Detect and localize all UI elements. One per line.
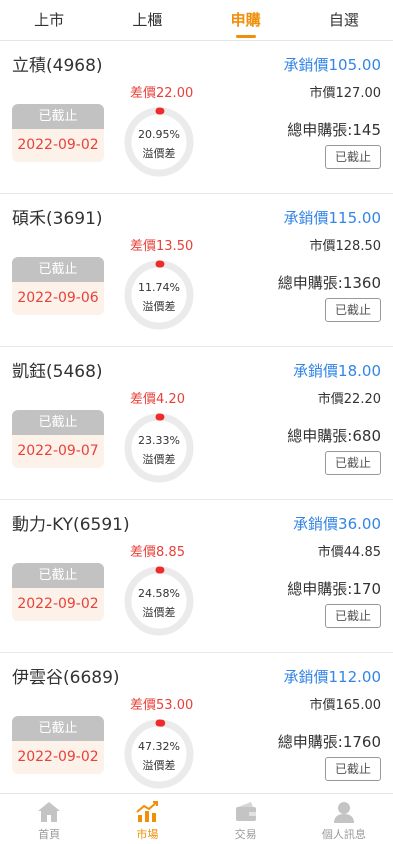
premium-percent: 47.32% [138,740,180,753]
total-subscription: 總申購張:170 [287,580,381,598]
status-label: 已截止 [12,410,104,435]
total-subscription: 總申購張:1760 [277,733,381,751]
tab-watchlist[interactable]: 自選 [295,0,393,40]
tab-subscription[interactable]: 申購 [197,0,295,40]
premium-label: 溢價差 [142,759,176,772]
subscription-card[interactable]: 凱鈺(5468) 差價4.20 已截止 2022-09-07 23.33% 溢價… [0,347,393,500]
subscription-card[interactable]: 動力-KY(6591) 差價8.85 已截止 2022-09-02 24.58%… [0,500,393,653]
closed-button[interactable]: 已截止 [325,451,381,475]
underwriting-price: 承銷價105.00 [283,56,381,74]
nav-profile-label: 個人訊息 [321,828,366,841]
market-price: 市價128.50 [309,239,381,254]
gauge-ring [124,413,194,483]
price-difference: 差價53.00 [130,698,194,713]
nav-home[interactable]: 首頁 [0,794,98,844]
gauge-ring [124,566,194,636]
subscription-card[interactable]: 碩禾(3691) 差價13.50 已截止 2022-09-06 11.74% 溢… [0,194,393,347]
status-label: 已截止 [12,104,104,129]
tab-otc[interactable]: 上櫃 [98,0,196,40]
subscription-card[interactable]: 立積(4968) 差價22.00 已截止 2022-09-02 20.95% 溢… [0,41,393,194]
price-difference: 差價13.50 [130,239,194,254]
subscription-date: 2022-09-02 [17,749,99,765]
subscription-list[interactable]: 立積(4968) 差價22.00 已截止 2022-09-02 20.95% 溢… [0,41,393,793]
subscription-date: 2022-09-06 [17,290,99,306]
price-difference: 差價8.85 [130,545,185,560]
subscription-date: 2022-09-02 [17,596,99,612]
nav-market-label: 市場 [136,828,159,841]
tab-listed[interactable]: 上市 [0,0,98,40]
total-subscription: 總申購張:1360 [277,274,381,292]
stock-name: 凱鈺(5468) [12,362,103,382]
price-difference: 差價22.00 [130,86,194,101]
closed-button[interactable]: 已截止 [325,298,381,322]
stock-name: 立積(4968) [12,56,103,76]
user-icon [295,800,393,824]
nav-profile[interactable]: 個人訊息 [295,794,393,844]
gauge-track [124,260,194,330]
premium-gauge: 24.58% 溢價差 [123,565,195,637]
stock-name: 伊雲谷(6689) [12,668,120,688]
gauge-track [124,566,194,636]
home-icon [0,800,98,824]
subscription-date: 2022-09-02 [17,137,99,153]
closed-button[interactable]: 已截止 [325,145,381,169]
status-badge: 已截止 2022-09-02 [12,104,104,162]
nav-trade[interactable]: 交易 [197,794,295,844]
market-price: 市價127.00 [309,86,381,101]
closed-button[interactable]: 已截止 [325,604,381,628]
premium-gauge: 11.74% 溢價差 [123,259,195,331]
premium-percent: 20.95% [138,128,180,141]
status-badge: 已截止 2022-09-02 [12,563,104,621]
gauge-ring [124,260,194,330]
closed-button[interactable]: 已截止 [325,757,381,781]
stock-name: 動力-KY(6591) [12,515,130,535]
premium-label: 溢價差 [142,300,176,313]
premium-label: 溢價差 [142,147,176,160]
gauge-ring [124,719,194,789]
premium-label: 溢價差 [142,606,176,619]
status-badge: 已截止 2022-09-07 [12,410,104,468]
nav-market[interactable]: 市場 [98,794,196,844]
market-price: 市價22.20 [317,392,381,407]
subscription-card[interactable]: 伊雲谷(6689) 差價53.00 已截止 2022-09-02 47.32% … [0,653,393,793]
subscription-date: 2022-09-07 [17,443,99,459]
gauge-track [124,413,194,483]
stock-name: 碩禾(3691) [12,209,103,229]
premium-label: 溢價差 [142,453,176,466]
premium-percent: 24.58% [138,587,180,600]
market-price: 市價165.00 [309,698,381,713]
underwriting-price: 承銷價36.00 [293,515,381,533]
underwriting-price: 承銷價18.00 [293,362,381,380]
bottom-nav: 首頁 市場 交易 個人訊息 [0,793,393,844]
market-tabs: 上市 上櫃 申購 自選 [0,0,393,41]
status-label: 已截止 [12,716,104,741]
gauge-ring [124,107,194,177]
gauge-track [124,107,194,177]
status-label: 已截止 [12,563,104,588]
market-price: 市價44.85 [317,545,381,560]
wallet-icon [197,800,295,824]
premium-gauge: 23.33% 溢價差 [123,412,195,484]
status-label: 已截止 [12,257,104,282]
premium-gauge: 47.32% 溢價差 [123,718,195,790]
premium-gauge: 20.95% 溢價差 [123,106,195,178]
total-subscription: 總申購張:680 [287,427,381,445]
gauge-track [124,719,194,789]
underwriting-price: 承銷價112.00 [283,668,381,686]
nav-trade-label: 交易 [234,828,257,841]
total-subscription: 總申購張:145 [287,121,381,139]
premium-percent: 11.74% [138,281,180,294]
underwriting-price: 承銷價115.00 [283,209,381,227]
premium-percent: 23.33% [138,434,180,447]
market-chart-icon [98,800,196,824]
nav-home-label: 首頁 [38,828,61,841]
status-badge: 已截止 2022-09-06 [12,257,104,315]
price-difference: 差價4.20 [130,392,185,407]
status-badge: 已截止 2022-09-02 [12,716,104,774]
